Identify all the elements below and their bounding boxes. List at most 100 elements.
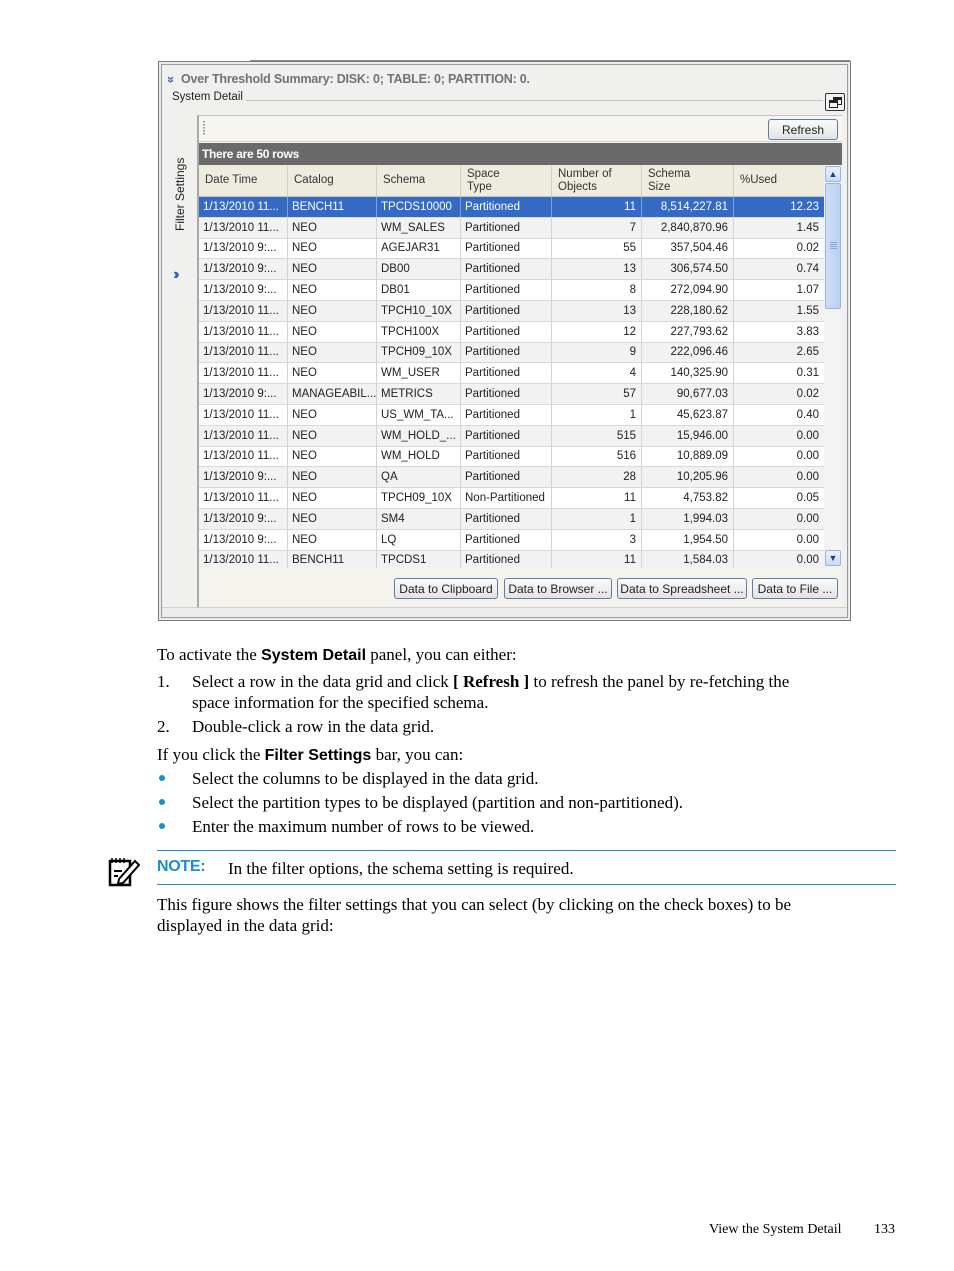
table-cell: 11 <box>552 197 642 217</box>
intro-bold: System Detail <box>261 647 367 664</box>
table-row[interactable]: 1/13/2010 11... NEO WM_USER Partitioned 4 140… <box>199 363 824 385</box>
expand-chevron-icon[interactable]: ›› <box>173 267 179 283</box>
table-cell: NEO <box>288 404 377 425</box>
table-cell: NEO <box>288 217 377 238</box>
table-cell: 9 <box>552 342 642 363</box>
table-row[interactable]: 1/13/2010 11... NEO TPCH100X Partitioned 12 2… <box>199 321 824 343</box>
table-cell: Partitioned <box>461 321 552 342</box>
column-header-line: Date Time <box>205 174 258 186</box>
table-cell: NEO <box>288 467 377 488</box>
table-cell: 516 <box>552 446 642 467</box>
table-cell: 1,584.03 <box>642 550 734 568</box>
table-cell: 1/13/2010 11... <box>199 404 288 425</box>
table-cell: QA <box>377 467 461 488</box>
table-cell: NEO <box>288 238 377 259</box>
table-row[interactable]: 1/13/2010 11... NEO TPCH10_10X Partitioned 1… <box>199 300 824 322</box>
table-cell: 1/13/2010 9:... <box>199 238 288 259</box>
step-text: Double-click a row in the data grid. <box>192 717 435 736</box>
filter-settings-bar[interactable]: Filter Settings ›› <box>170 113 194 613</box>
table-row[interactable]: 1/13/2010 9:... NEO DB01 Partitioned 8 272,09… <box>199 280 824 301</box>
table-cell: 1/13/2010 11... <box>199 217 288 238</box>
table-row[interactable]: 1/13/2010 9:... NEO SM4 Partitioned 1 1,994.0… <box>199 508 824 530</box>
table-cell: 306,574.50 <box>642 259 734 280</box>
table-cell: 3.83 <box>796 325 819 338</box>
filter-settings-label: Filter Settings <box>173 157 187 231</box>
table-cell: TPCDS1 <box>377 550 461 568</box>
collapse-chevron-icon[interactable]: » <box>164 75 179 82</box>
column-header[interactable]: Number of Objects <box>552 165 642 196</box>
table-cell: Partitioned <box>461 446 552 467</box>
table-row-selected[interactable]: 1/13/2010 11... BENCH11 TPCDS10000 Partitio… <box>199 197 824 218</box>
restore-window-button[interactable] <box>825 93 845 111</box>
table-cell: Partitioned <box>461 404 552 425</box>
table-cell: MANAGEABIL... <box>288 384 377 404</box>
table-cell: NEO <box>288 425 377 446</box>
table-row[interactable]: 1/13/2010 11... NEO TPCH09_10X Partitioned 9… <box>199 342 824 364</box>
toolbar-grip-icon[interactable] <box>203 121 205 135</box>
table-cell: 1 <box>552 508 642 529</box>
column-header[interactable]: Schema Size <box>642 165 734 196</box>
scroll-thumb[interactable] <box>825 183 841 309</box>
table-row[interactable]: 1/13/2010 11... NEO WM_SALES Partitioned 7 2,… <box>199 217 824 239</box>
note-label: NOTE: <box>157 858 206 875</box>
scroll-up-icon[interactable]: ▲ <box>825 166 841 182</box>
table-cell: NEO <box>288 300 377 321</box>
table-row[interactable]: 1/13/2010 11... BENCH11 TPCDS1 Partitioned 1… <box>199 550 824 568</box>
table-cell: 1/13/2010 9:... <box>199 384 288 404</box>
toolbar: Refresh <box>199 116 842 142</box>
table-cell: 4 <box>552 363 642 384</box>
column-header[interactable]: Schema <box>377 165 461 196</box>
table-cell: 272,094.90 <box>642 280 734 300</box>
bullet-icon <box>159 775 165 781</box>
over-threshold-summary[interactable]: » Over Threshold Summary: DISK: 0; TABLE… <box>164 71 530 87</box>
table-cell: NEO <box>288 488 377 508</box>
table-row[interactable]: 1/13/2010 11... NEO WM_HOLD_... Partitioned… <box>199 425 824 447</box>
table-cell: 228,180.62 <box>642 300 734 321</box>
table-cell: 1/13/2010 9:... <box>199 529 288 550</box>
table-row[interactable]: 1/13/2010 9:... NEO AGEJAR31 Partitioned 55 3… <box>199 238 824 260</box>
table-cell: BENCH11 <box>288 550 377 568</box>
column-header[interactable]: Space Type <box>461 165 552 196</box>
table-row[interactable]: 1/13/2010 11... NEO WM_HOLD Partitioned 516 1… <box>199 446 824 468</box>
table-row[interactable]: 1/13/2010 9:... NEO LQ Partitioned 3 1,954.50… <box>199 529 824 551</box>
table-row[interactable]: 1/13/2010 11... NEO TPCH09_10X Non-Partitio… <box>199 488 824 509</box>
table-row[interactable]: 1/13/2010 9:... NEO DB00 Partitioned 13 306,5… <box>199 259 824 281</box>
table-cell: 0.00 <box>796 429 819 442</box>
refresh-button[interactable]: Refresh <box>768 119 838 140</box>
table-cell: AGEJAR31 <box>377 238 461 259</box>
window-body: » Over Threshold Summary: DISK: 0; TABLE… <box>161 64 848 618</box>
export-button-bar: Data to Clipboard Data to Browser ... Da… <box>199 568 842 606</box>
vertical-scrollbar[interactable]: ▲ ▼ <box>824 165 842 568</box>
data-to-clipboard-button[interactable]: Data to Clipboard <box>394 578 498 599</box>
table-row[interactable]: 1/13/2010 9:... NEO QA Partitioned 28 10,205.… <box>199 467 824 489</box>
table-row[interactable]: 1/13/2010 9:... MANAGEABIL... METRICS Parti… <box>199 384 824 405</box>
column-header[interactable]: %Used <box>734 165 824 196</box>
table-cell: NEO <box>288 529 377 550</box>
column-header-line: Space <box>467 167 500 180</box>
table-cell: 1/13/2010 11... <box>199 446 288 467</box>
table-cell: Non-Partitioned <box>461 488 552 508</box>
scroll-down-icon[interactable]: ▼ <box>825 550 841 566</box>
table-cell: 12 <box>552 321 642 342</box>
thumb-grip-icon <box>830 242 837 250</box>
table-cell: US_WM_TA... <box>377 404 461 425</box>
data-to-spreadsheet-button[interactable]: Data to Spreadsheet ... <box>617 578 747 599</box>
step-number: 1. <box>157 672 170 691</box>
column-header[interactable]: Catalog <box>288 165 377 196</box>
column-header-line: %Used <box>740 174 778 186</box>
data-grid[interactable]: Date Time Catalog Schema Space Type Number of… <box>199 165 824 568</box>
table-cell: 515 <box>552 425 642 446</box>
table-cell: 1.55 <box>796 304 819 317</box>
table-cell: 1,954.50 <box>642 529 734 550</box>
bullet-text: Enter the maximum number of rows to be v… <box>192 817 535 836</box>
column-header[interactable]: Date Time <box>199 165 288 196</box>
note-top-rule <box>157 850 896 851</box>
table-cell: NEO <box>288 280 377 300</box>
figure-intro-line1: This figure shows the filter settings th… <box>157 895 792 914</box>
column-header-line: Size <box>648 180 671 193</box>
data-to-browser-button[interactable]: Data to Browser ... <box>504 578 612 599</box>
data-to-file-button[interactable]: Data to File ... <box>752 578 838 599</box>
table-cell: 1/13/2010 9:... <box>199 508 288 529</box>
table-row[interactable]: 1/13/2010 11... NEO US_WM_TA... Partitioned… <box>199 404 824 426</box>
table-cell: 12.23 <box>790 200 819 213</box>
